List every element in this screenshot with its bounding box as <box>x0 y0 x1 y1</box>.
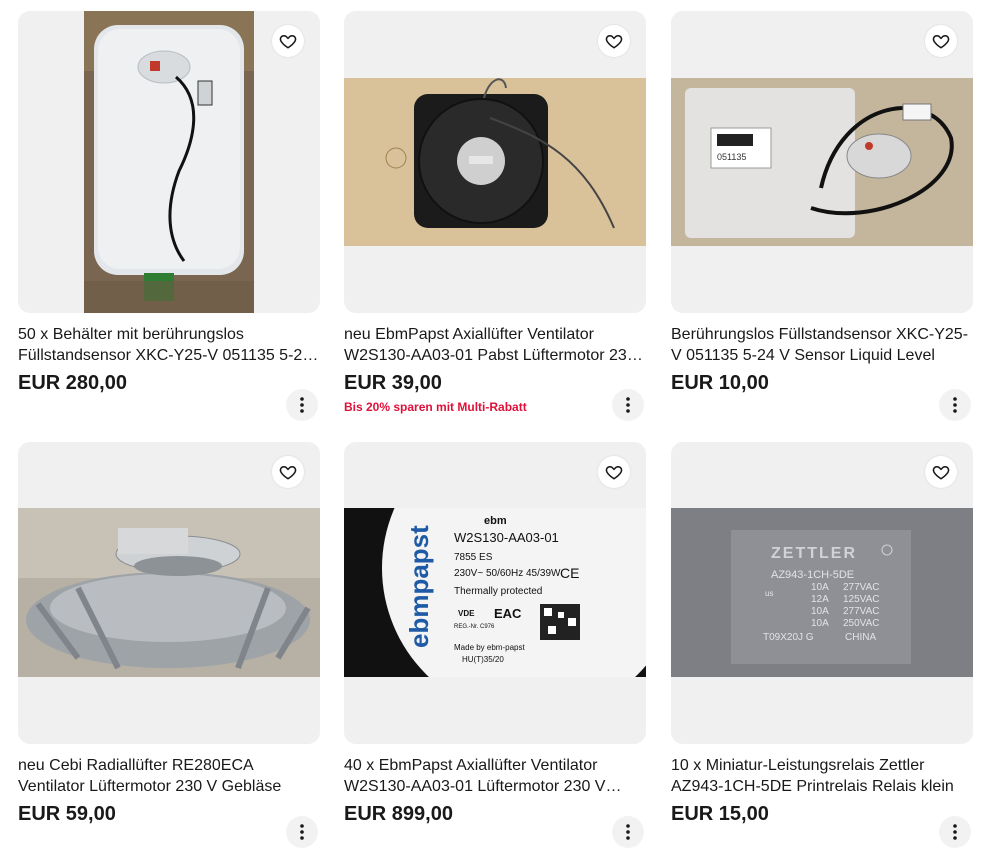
listing-title[interactable]: 40 x EbmPapst Axiallüfter Ventilator W2S… <box>344 755 646 797</box>
listing-price: EUR 15,00 <box>671 803 769 825</box>
listing-title[interactable]: neu Cebi Radiallüfter RE280ECA Ventilato… <box>18 755 320 797</box>
listing-title[interactable]: Berührungslos Füllstandsensor XKC-Y25-V … <box>671 324 973 366</box>
listing-title[interactable]: 10 x Miniatur-Leistungsrelais Zettler AZ… <box>671 755 973 797</box>
vertical-dots-icon <box>953 824 957 840</box>
relay-label-ul: us <box>765 589 773 598</box>
favorite-button[interactable] <box>272 25 304 57</box>
heart-icon <box>932 34 950 49</box>
fan-label-made-by: Made by ebm-papst <box>454 643 525 652</box>
listing-card[interactable]: ebmpapst ebm W2S130-AA03-01 7855 ES 230V… <box>344 442 646 848</box>
favorite-button[interactable] <box>272 456 304 488</box>
product-photo <box>18 508 320 677</box>
more-options-button[interactable] <box>612 816 644 848</box>
relay-rating-volts: 277VAC <box>843 606 880 617</box>
fan-label-model: W2S130-AA03-01 <box>454 530 559 545</box>
listing-price: EUR 280,00 <box>18 372 127 394</box>
product-photo <box>344 78 646 246</box>
favorite-button[interactable] <box>925 25 957 57</box>
more-options-button[interactable] <box>286 389 318 421</box>
heart-icon <box>932 465 950 480</box>
vertical-dots-icon <box>953 397 957 413</box>
relay-label-model: AZ943-1CH-5DE <box>771 569 854 581</box>
listing-title[interactable]: 50 x Behälter mit berührungslos Füllstan… <box>18 324 320 366</box>
vertical-dots-icon <box>626 824 630 840</box>
heart-icon <box>279 34 297 49</box>
product-photo: ebmpapst ebm W2S130-AA03-01 7855 ES 230V… <box>344 508 646 677</box>
fan-label-reg: REG.-Nr. C976 <box>454 624 495 630</box>
product-photo: ZETTLER AZ943-1CH-5DE us 10A 277VAC 12A … <box>671 508 973 677</box>
heart-icon <box>605 465 623 480</box>
relay-rating-amps: 10A <box>811 582 829 593</box>
vertical-dots-icon <box>626 397 630 413</box>
listing-price: EUR 10,00 <box>671 372 769 394</box>
listing-title[interactable]: neu EbmPapst Axiallüfter Ventilator W2S1… <box>344 324 646 366</box>
favorite-button[interactable] <box>598 25 630 57</box>
relay-date-code: T09X20J G <box>763 632 814 643</box>
fan-label-eac: EAC <box>494 606 522 621</box>
relay-origin: CHINA <box>845 632 876 643</box>
fan-label-ce: CE <box>560 565 579 581</box>
heart-icon <box>605 34 623 49</box>
listing-card[interactable]: 051135 Berührungslos Füllstandsensor XKC… <box>671 11 973 421</box>
listing-image[interactable]: 051135 <box>671 11 973 313</box>
favorite-button[interactable] <box>925 456 957 488</box>
fan-label-brand-vertical: ebmpapst <box>404 525 434 648</box>
listing-price: EUR 59,00 <box>18 803 116 825</box>
relay-rating-amps: 12A <box>811 594 829 605</box>
fan-label-rating: 230V~ 50/60Hz 45/39W <box>454 568 561 579</box>
fan-label-protection: Thermally protected <box>454 586 542 597</box>
product-photo: 051135 <box>671 78 973 246</box>
listing-price: EUR 899,00 <box>344 803 453 825</box>
listing-card[interactable]: neu EbmPapst Axiallüfter Ventilator W2S1… <box>344 11 646 421</box>
listing-image[interactable]: ebmpapst ebm W2S130-AA03-01 7855 ES 230V… <box>344 442 646 744</box>
heart-icon <box>279 465 297 480</box>
listing-price: EUR 39,00 <box>344 372 442 394</box>
more-options-button[interactable] <box>612 389 644 421</box>
listing-image[interactable] <box>344 11 646 313</box>
fan-label-brand-small: ebm <box>484 515 507 527</box>
listing-card[interactable]: neu Cebi Radiallüfter RE280ECA Ventilato… <box>18 442 320 848</box>
bag-label-code: 051135 <box>717 152 746 162</box>
product-photo <box>84 11 254 313</box>
favorite-button[interactable] <box>598 456 630 488</box>
relay-rating-amps: 10A <box>811 618 829 629</box>
listing-card[interactable]: 50 x Behälter mit berührungslos Füllstan… <box>18 11 320 421</box>
fan-label-code: 7855 ES <box>454 552 493 563</box>
relay-label-brand: ZETTLER <box>771 545 857 562</box>
relay-rating-volts: 125VAC <box>843 594 880 605</box>
fan-label-vde: VDE <box>458 609 475 618</box>
listing-card[interactable]: ZETTLER AZ943-1CH-5DE us 10A 277VAC 12A … <box>671 442 973 848</box>
more-options-button[interactable] <box>939 816 971 848</box>
more-options-button[interactable] <box>939 389 971 421</box>
relay-rating-amps: 10A <box>811 606 829 617</box>
relay-rating-volts: 250VAC <box>843 618 880 629</box>
listing-image[interactable]: ZETTLER AZ943-1CH-5DE us 10A 277VAC 12A … <box>671 442 973 744</box>
relay-rating-volts: 277VAC <box>843 582 880 593</box>
listing-image[interactable] <box>18 442 320 744</box>
listing-image[interactable] <box>18 11 320 313</box>
fan-label-hu: HU(T)35/20 <box>462 655 504 664</box>
promo-text: Bis 20% sparen mit Multi-Rabatt <box>344 400 527 414</box>
vertical-dots-icon <box>300 397 304 413</box>
vertical-dots-icon <box>300 824 304 840</box>
more-options-button[interactable] <box>286 816 318 848</box>
